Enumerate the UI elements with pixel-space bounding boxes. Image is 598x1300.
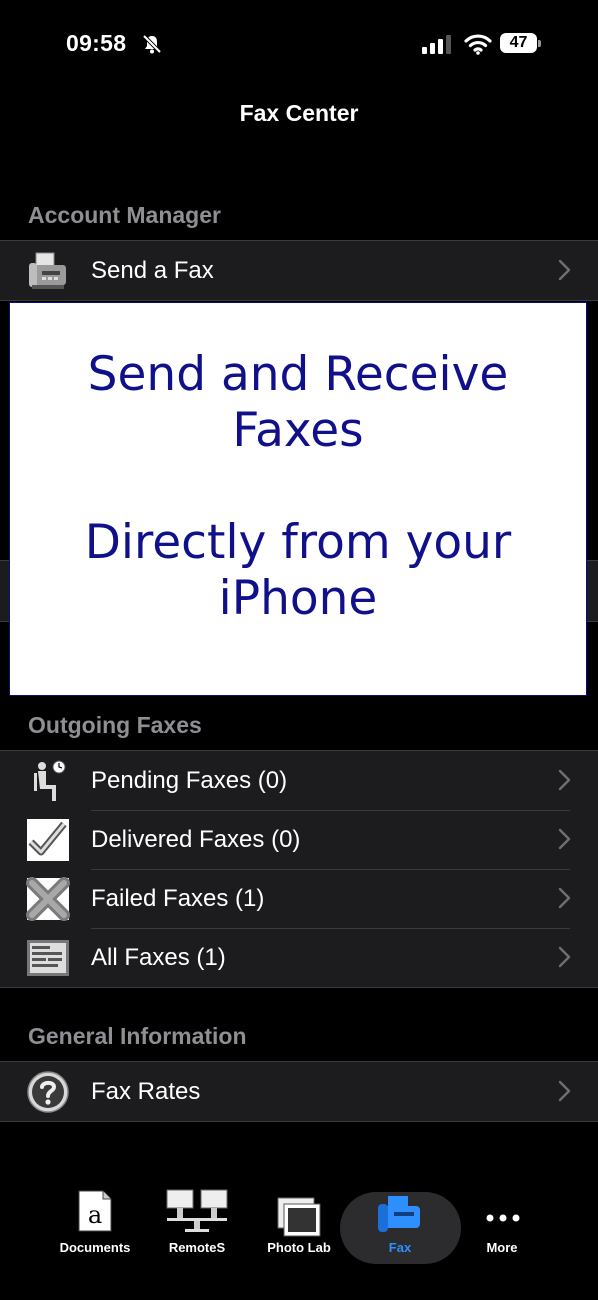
ellipsis-icon [486, 1214, 520, 1222]
battery-level: 47 [509, 34, 528, 51]
general-group: Fax Rates [0, 1061, 598, 1122]
section-header-general: General Information [28, 1023, 247, 1049]
fax-rates-row[interactable]: Fax Rates [0, 1062, 598, 1121]
tab-fax-label: Fax [388, 1240, 412, 1255]
tab-more-label: More [486, 1240, 518, 1255]
silent-bell-icon [142, 34, 162, 54]
wifi-icon [464, 34, 492, 55]
pending-faxes-row[interactable]: Pending Faxes (0) [0, 751, 598, 810]
promo-line-4: iPhone [218, 571, 378, 626]
delivered-faxes-row[interactable]: Delivered Faxes (0) [0, 810, 598, 869]
fax-icon [378, 1196, 420, 1232]
failed-faxes-label: Failed Faxes (1) [91, 884, 265, 912]
pending-faxes-label: Pending Faxes (0) [91, 766, 288, 794]
status-time: 09:58 [66, 30, 127, 56]
fax-machine-icon [29, 252, 66, 289]
promo-line-1: Send and Receive [87, 347, 509, 402]
account-group: Send a Fax [0, 240, 598, 301]
send-fax-row[interactable]: Send a Fax [0, 241, 598, 300]
promo-overlay[interactable]: Send and Receive Faxes Directly from you… [9, 302, 587, 696]
x-mark-icon [26, 877, 70, 921]
all-faxes-label: All Faxes (1) [91, 943, 226, 971]
tab-photo-lab[interactable]: Photo Lab [244, 1180, 354, 1270]
section-header-outgoing: Outgoing Faxes [28, 712, 202, 738]
chevron-right-icon [558, 769, 571, 791]
document-a-icon: a [78, 1190, 112, 1232]
svg-text:a: a [88, 1201, 102, 1229]
chevron-right-icon [558, 1080, 571, 1102]
promo-line-2: Faxes [232, 403, 364, 458]
fax-rates-label: Fax Rates [91, 1077, 201, 1105]
question-mark-icon [27, 1071, 69, 1113]
all-faxes-row[interactable]: All Faxes (1) [0, 928, 598, 987]
failed-faxes-row[interactable]: Failed Faxes (1) [0, 869, 598, 928]
waiting-person-clock-icon [34, 760, 66, 801]
send-fax-label: Send a Fax [91, 256, 214, 284]
promo-line-3: Directly from your [84, 515, 512, 570]
delivered-faxes-label: Delivered Faxes (0) [91, 825, 301, 853]
tab-fax[interactable]: Fax [345, 1180, 455, 1270]
checkmark-icon [27, 819, 69, 861]
battery-indicator: 47 [500, 33, 541, 53]
photo-stack-icon [277, 1197, 321, 1237]
outgoing-group: Pending Faxes (0) Delivered Faxes (0) Fa… [0, 750, 598, 988]
tab-documents[interactable]: a Documents [40, 1180, 150, 1270]
chevron-right-icon [558, 259, 571, 281]
tab-more[interactable]: More [447, 1180, 557, 1270]
chevron-right-icon [558, 946, 571, 968]
cellular-signal-icon [422, 35, 451, 54]
chevron-right-icon [558, 887, 571, 909]
document-list-icon [27, 940, 69, 976]
section-header-account: Account Manager [28, 202, 221, 228]
chevron-right-icon [558, 828, 571, 850]
page-title: Fax Center [239, 100, 359, 126]
tab-documents-label: Documents [59, 1240, 131, 1255]
tab-bar: a Documents RemoteS Photo Lab Fax More [0, 1180, 598, 1300]
tab-remotes[interactable]: RemoteS [142, 1180, 252, 1270]
network-computers-icon [166, 1189, 228, 1232]
tab-photo-lab-label: Photo Lab [267, 1240, 331, 1255]
tab-remotes-label: RemoteS [168, 1240, 226, 1255]
